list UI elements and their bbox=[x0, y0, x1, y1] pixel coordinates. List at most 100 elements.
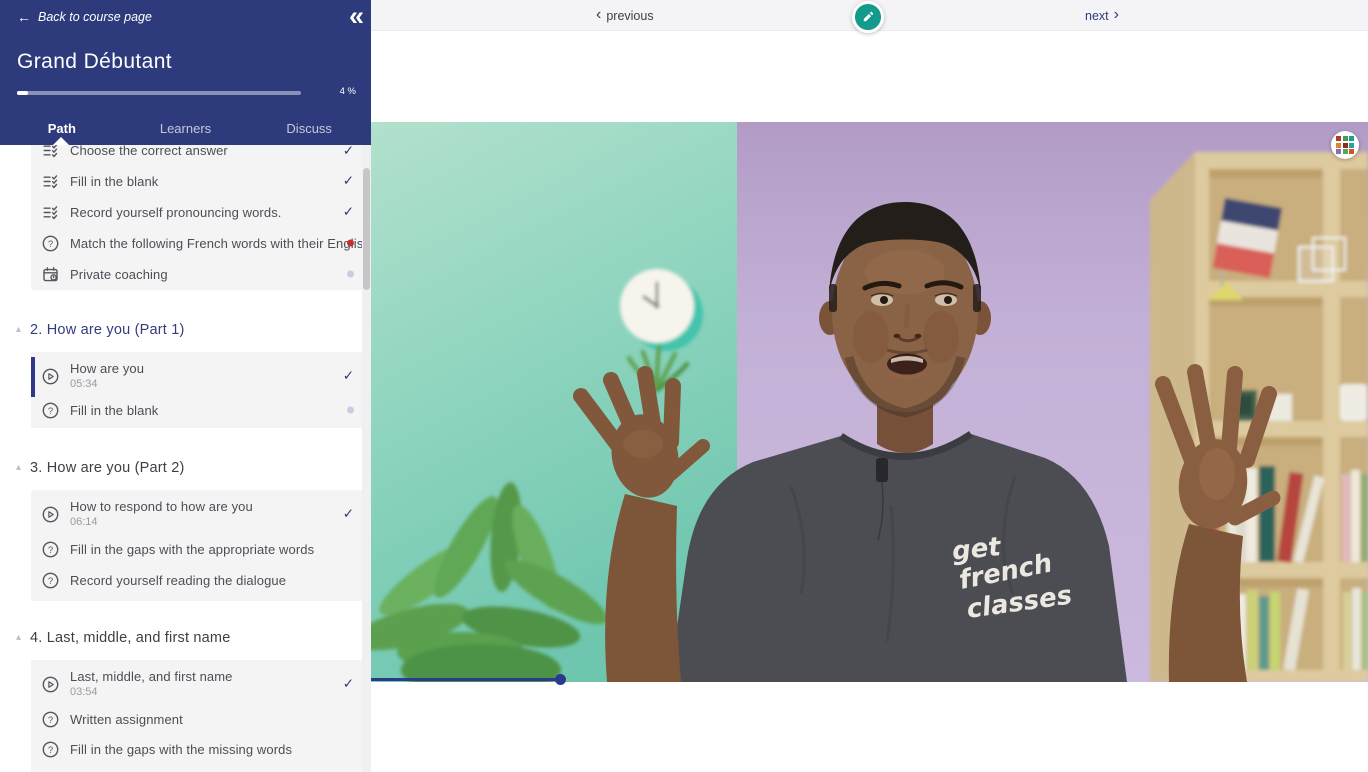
course-sidebar: ← Back to course page « Grand Débutant 4… bbox=[0, 0, 371, 772]
play-icon bbox=[42, 676, 59, 693]
calendar-icon bbox=[42, 266, 59, 283]
video-progress-bar[interactable] bbox=[371, 678, 561, 681]
mug bbox=[1340, 384, 1367, 421]
svg-text:?: ? bbox=[48, 545, 53, 556]
quiz-icon bbox=[42, 173, 59, 190]
item-label: Choose the correct answer bbox=[70, 145, 228, 158]
check-icon: ✓ bbox=[342, 173, 354, 188]
check-icon: ✓ bbox=[342, 506, 354, 521]
collapse-section-icon: ▴ bbox=[16, 632, 22, 643]
check-icon: ✓ bbox=[342, 204, 354, 219]
check-icon: ✓ bbox=[342, 145, 354, 158]
question-icon: ? bbox=[42, 402, 59, 419]
list-scrollbar-track[interactable] bbox=[362, 145, 371, 772]
sidebar-header: ← Back to course page « Grand Débutant 4… bbox=[0, 0, 371, 145]
list-item[interactable]: Private coaching bbox=[31, 259, 363, 290]
section-title: 2. How are you (Part 1) bbox=[30, 322, 185, 338]
section-header[interactable]: ▴ 2. How are you (Part 1) bbox=[16, 318, 185, 342]
next-button[interactable]: next › bbox=[1085, 0, 1119, 31]
item-label: Written assignment bbox=[70, 711, 183, 727]
quiz-icon bbox=[42, 145, 59, 159]
course-player-app: ← Back to course page « Grand Débutant 4… bbox=[0, 0, 1368, 772]
list-item[interactable]: ? Record yourself reading the dialogue bbox=[31, 565, 363, 596]
item-label: Fill in the gaps with the missing words bbox=[70, 741, 293, 757]
item-label: How to respond to how are you bbox=[70, 498, 253, 514]
quiz-icon bbox=[42, 204, 59, 221]
svg-text:?: ? bbox=[48, 406, 53, 417]
section-header[interactable]: ▴ 4. Last, middle, and first name bbox=[16, 626, 230, 650]
item-label: How are you bbox=[70, 360, 145, 376]
list-item[interactable]: ? Fill in the blank bbox=[31, 395, 363, 426]
tab-discuss[interactable]: Discuss bbox=[247, 111, 371, 145]
course-progress-bar bbox=[17, 91, 301, 95]
section-title: 4. Last, middle, and first name bbox=[30, 630, 231, 646]
video-progress-handle[interactable] bbox=[555, 674, 566, 685]
collapse-section-icon: ▴ bbox=[16, 324, 22, 335]
play-icon bbox=[42, 506, 59, 523]
item-label: Fill in the blank bbox=[70, 402, 159, 418]
svg-text:?: ? bbox=[48, 745, 53, 756]
lesson-video-player[interactable]: get french classes bbox=[371, 122, 1368, 682]
check-icon: ✓ bbox=[342, 676, 354, 691]
course-progress-percent: 4 % bbox=[339, 86, 356, 97]
back-to-course-link[interactable]: ← Back to course page bbox=[17, 9, 152, 25]
list-item[interactable]: Fill in the blank ✓ bbox=[31, 166, 363, 197]
item-duration: 06:14 bbox=[70, 516, 98, 529]
back-arrow-icon: ← bbox=[17, 9, 31, 25]
question-icon: ? bbox=[42, 541, 59, 558]
pencil-icon bbox=[863, 11, 874, 22]
svg-text:?: ? bbox=[48, 715, 53, 726]
question-icon: ? bbox=[42, 741, 59, 758]
check-icon: ✓ bbox=[342, 368, 354, 383]
section-title: 3. How are you (Part 2) bbox=[30, 460, 185, 476]
apps-grid-squares bbox=[1336, 136, 1354, 154]
list-item-current[interactable]: How are you 05:34 ✓ bbox=[31, 354, 363, 398]
next-label: next bbox=[1085, 8, 1109, 23]
list-item[interactable]: Last, middle, and first name 03:54 ✓ bbox=[31, 662, 363, 706]
list-item[interactable]: Choose the correct answer ✓ bbox=[31, 145, 363, 166]
current-item-indicator bbox=[31, 357, 35, 397]
collapse-sidebar-icon[interactable]: « bbox=[349, 1, 364, 32]
svg-text:?: ? bbox=[48, 239, 53, 250]
item-label: Last, middle, and first name bbox=[70, 668, 233, 684]
question-icon: ? bbox=[42, 711, 59, 728]
pending-status-dot bbox=[347, 406, 354, 414]
list-item[interactable]: ? Written assignment bbox=[31, 704, 363, 735]
previous-button[interactable]: ‹ previous bbox=[596, 0, 654, 31]
item-label: Match the following French words with th… bbox=[70, 235, 371, 251]
item-duration: 05:34 bbox=[70, 378, 98, 391]
play-icon bbox=[42, 368, 59, 385]
active-tab-notch bbox=[53, 137, 69, 145]
chevron-left-icon: ‹ bbox=[596, 5, 602, 23]
list-item[interactable]: ? Fill in the gaps with the appropriate … bbox=[31, 534, 363, 565]
section-header[interactable]: ▴ 3. How are you (Part 2) bbox=[16, 456, 185, 480]
svg-text:?: ? bbox=[48, 576, 53, 587]
back-label: Back to course page bbox=[38, 10, 152, 24]
collapse-section-icon: ▴ bbox=[16, 462, 22, 473]
question-icon: ? bbox=[42, 235, 59, 252]
tab-learners[interactable]: Learners bbox=[124, 111, 248, 145]
failed-status-dot bbox=[347, 239, 354, 247]
chevron-right-icon: › bbox=[1113, 5, 1119, 23]
item-duration: 03:54 bbox=[70, 686, 98, 699]
lapel-mic bbox=[876, 458, 888, 482]
course-title: Grand Débutant bbox=[17, 50, 173, 73]
notes-pencil-button[interactable] bbox=[852, 1, 884, 33]
course-progress-fill bbox=[17, 91, 29, 95]
lesson-list: Choose the correct answer ✓ Fill in the … bbox=[0, 145, 371, 772]
apps-grid-icon[interactable] bbox=[1331, 131, 1359, 159]
item-label: Private coaching bbox=[70, 266, 168, 282]
list-item[interactable]: ? Match the following French words with … bbox=[31, 228, 371, 259]
item-label: Record yourself reading the dialogue bbox=[70, 572, 287, 588]
list-item[interactable]: ? Fill in the gaps with the missing word… bbox=[31, 734, 363, 765]
list-item[interactable]: Record yourself pronouncing words. ✓ bbox=[31, 197, 363, 228]
tshirt bbox=[669, 434, 1127, 682]
item-label: Fill in the blank bbox=[70, 173, 159, 189]
item-label: Fill in the gaps with the appropriate wo… bbox=[70, 541, 315, 557]
list-item[interactable]: How to respond to how are you 06:14 ✓ bbox=[31, 492, 363, 536]
pending-status-dot bbox=[347, 270, 354, 278]
list-scrollbar-thumb[interactable] bbox=[363, 168, 370, 290]
item-label: Record yourself pronouncing words. bbox=[70, 204, 282, 220]
previous-label: previous bbox=[606, 8, 654, 23]
question-icon: ? bbox=[42, 572, 59, 589]
